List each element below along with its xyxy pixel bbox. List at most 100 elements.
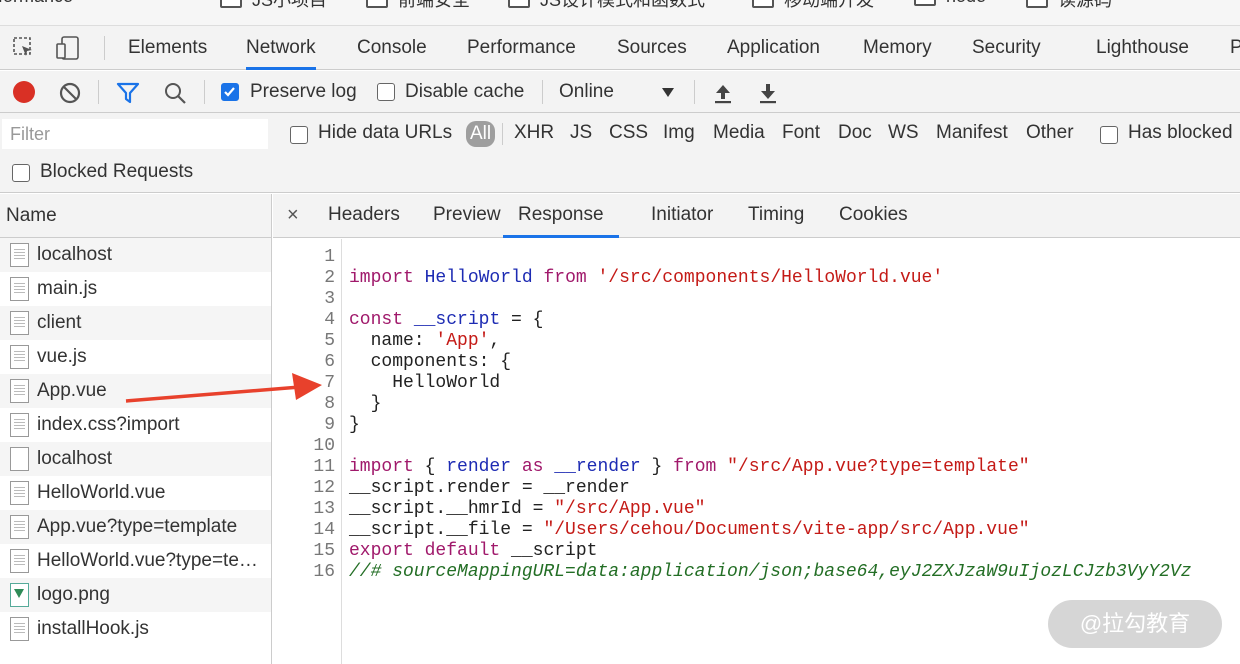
tab-security[interactable]: Security	[972, 26, 1041, 70]
tab-elements[interactable]: Elements	[128, 26, 207, 70]
line-text: HelloWorld	[349, 373, 501, 393]
disable-cache-checkbox[interactable]	[377, 83, 395, 101]
table-row[interactable]: App.vue?type=template	[0, 510, 271, 544]
blocked-requests-label: Blocked Requests	[40, 161, 194, 182]
request-name: index.css?import	[37, 414, 180, 435]
bookmark-item[interactable]: 移动端开发	[752, 0, 874, 12]
filter-type-xhr[interactable]: XHR	[514, 122, 554, 144]
line-text	[335, 436, 360, 457]
line-number: 5	[324, 331, 335, 351]
line-number: 15	[313, 541, 335, 561]
close-icon[interactable]: ×	[287, 194, 299, 236]
table-row[interactable]: installHook.js	[0, 612, 271, 646]
filter-type-img[interactable]: Img	[663, 122, 695, 144]
image-icon	[10, 583, 29, 607]
request-name: localhost	[37, 448, 112, 469]
request-name: client	[37, 312, 82, 333]
document-icon	[10, 617, 29, 641]
bookmark-item[interactable]: node	[914, 0, 986, 7]
bookmark-item[interactable]: 读源码	[1026, 0, 1112, 12]
folder-icon	[366, 0, 388, 8]
request-list: Name localhost main.js client vue.js App.vue…	[0, 194, 272, 664]
bookmark-label: 读源码	[1058, 0, 1112, 10]
chevron-down-icon[interactable]	[662, 88, 674, 97]
tab-network[interactable]: Network	[246, 26, 316, 70]
line-number: 1	[324, 247, 335, 267]
search-icon[interactable]	[163, 81, 187, 111]
record-icon[interactable]	[13, 81, 35, 103]
hide-data-urls-label: Hide data URLs	[318, 122, 453, 143]
code-line: 16 //# sourceMappingURL=data:application/…	[273, 562, 1192, 583]
detail-tab-timing[interactable]: Timing	[748, 194, 804, 238]
filter-type-js[interactable]: JS	[570, 122, 592, 144]
line-number: 13	[313, 499, 335, 519]
code-line: 12 __script.render = __render	[273, 478, 1192, 499]
devtools-tab-bar: Elements Network Console Performance Sources…	[0, 26, 1240, 70]
table-row[interactable]: localhost	[0, 238, 271, 272]
bookmark-item[interactable]: 前端安全	[366, 0, 470, 12]
filter-input[interactable]	[2, 119, 268, 149]
preserve-log-checkbox[interactable]	[221, 83, 239, 101]
device-toolbar-icon[interactable]	[56, 36, 82, 66]
line-text: name: 'App',	[349, 331, 501, 351]
table-row[interactable]: HelloWorld.vue?type=te…	[0, 544, 271, 578]
bookmark-item[interactable]: performance	[0, 0, 73, 7]
filter-type-ws[interactable]: WS	[888, 122, 919, 144]
filter-type-media[interactable]: Media	[713, 122, 765, 144]
tab-console[interactable]: Console	[357, 26, 427, 70]
filter-type-all[interactable]: All	[466, 121, 496, 147]
document-icon	[10, 549, 29, 573]
inspect-element-icon[interactable]	[12, 36, 36, 66]
bookmark-item[interactable]: JS小项目	[220, 0, 327, 12]
line-number: 16	[313, 562, 335, 582]
detail-tab-cookies[interactable]: Cookies	[839, 194, 908, 238]
table-row[interactable]: HelloWorld.vue	[0, 476, 271, 510]
tab-p[interactable]: P	[1230, 26, 1240, 70]
detail-tab-headers[interactable]: Headers	[328, 194, 400, 238]
import-har-icon[interactable]	[712, 81, 734, 111]
detail-tab-bar: × Headers Preview Response Initiator Timing C…	[273, 194, 1240, 238]
table-row[interactable]: index.css?import	[0, 408, 271, 442]
request-name: localhost	[37, 244, 112, 265]
watermark: @拉勾教育	[1048, 600, 1222, 648]
tab-performance[interactable]: Performance	[467, 26, 576, 70]
disable-cache-label: Disable cache	[405, 81, 525, 102]
filter-type-manifest[interactable]: Manifest	[936, 122, 1008, 144]
filter-funnel-icon[interactable]	[116, 82, 140, 110]
clear-icon[interactable]	[58, 81, 82, 111]
code-lines: 1 2 import HelloWorld from '/src/componen…	[273, 247, 1192, 583]
detail-tab-preview[interactable]: Preview	[433, 194, 501, 238]
tab-memory[interactable]: Memory	[863, 26, 932, 70]
tab-lighthouse[interactable]: Lighthouse	[1096, 26, 1189, 70]
document-icon	[10, 243, 29, 267]
table-row[interactable]: App.vue	[0, 374, 271, 408]
line-number: 10	[313, 436, 335, 456]
filter-type-css[interactable]: CSS	[609, 122, 648, 144]
line-text: }	[349, 394, 382, 414]
table-row[interactable]: main.js	[0, 272, 271, 306]
line-text: //# sourceMappingURL=data:application/js…	[349, 562, 1192, 582]
bookmark-label: 移动端开发	[784, 0, 874, 10]
code-line: 3	[273, 289, 1192, 310]
bookmark-item[interactable]: JS设计模式和函数式	[508, 0, 705, 12]
table-row[interactable]: logo.png	[0, 578, 271, 612]
name-column-header[interactable]: Name	[0, 194, 271, 238]
request-name: main.js	[37, 278, 98, 299]
throttling-select[interactable]: Online	[559, 81, 614, 103]
tab-application[interactable]: Application	[727, 26, 820, 70]
hide-data-urls-checkbox[interactable]	[290, 126, 308, 144]
has-blocked-cookies-checkbox[interactable]	[1100, 126, 1118, 144]
filter-type-font[interactable]: Font	[782, 122, 820, 144]
line-number: 2	[324, 268, 335, 288]
filter-type-doc[interactable]: Doc	[838, 122, 872, 144]
table-row[interactable]: client	[0, 306, 271, 340]
table-row[interactable]: localhost	[0, 442, 271, 476]
tab-sources[interactable]: Sources	[617, 26, 687, 70]
detail-tab-initiator[interactable]: Initiator	[651, 194, 713, 238]
detail-tab-response[interactable]: Response	[503, 194, 619, 238]
line-text: __script.render = __render	[349, 478, 630, 498]
filter-type-other[interactable]: Other	[1026, 122, 1074, 144]
export-har-icon[interactable]	[757, 81, 779, 111]
blocked-requests-checkbox[interactable]	[12, 164, 30, 182]
table-row[interactable]: vue.js	[0, 340, 271, 374]
